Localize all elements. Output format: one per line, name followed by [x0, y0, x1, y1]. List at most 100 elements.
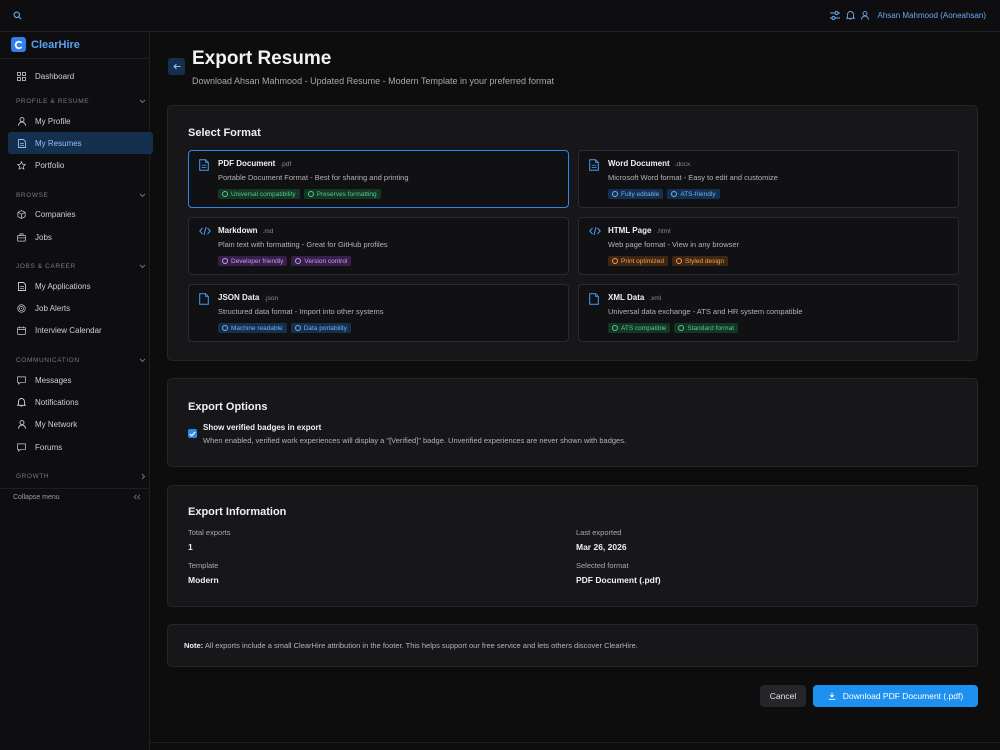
collapse-label: Collapse menu: [13, 494, 60, 501]
feature-tag: Preserves formatting: [303, 189, 381, 199]
format-option-md[interactable]: Markdown .md Plain text with formatting - …: [188, 217, 569, 275]
section-label: GROWTH: [16, 472, 50, 480]
divider: [0, 58, 150, 59]
format-name-label: Word Document: [608, 159, 670, 168]
bell-icon[interactable]: [846, 10, 856, 20]
document-icon: [17, 138, 26, 148]
chat-icon: [17, 443, 26, 452]
star-icon: [17, 160, 26, 170]
chevron-right-icon: [141, 473, 146, 480]
sidebar-item-forums[interactable]: Forums: [8, 436, 153, 458]
feature-tag: Styled design: [672, 256, 729, 266]
code-icon: [589, 226, 601, 236]
section-growth[interactable]: GROWTH: [16, 471, 146, 481]
sidebar-item-label: Job Alerts: [35, 303, 71, 313]
cancel-label: Cancel: [769, 691, 797, 701]
sidebar-item-label: Dashboard: [35, 71, 75, 81]
format-option-html[interactable]: HTML Page .html Web page format - View in …: [578, 217, 959, 275]
check-circle-icon: [307, 191, 314, 197]
section-label: COMMUNICATION: [16, 356, 80, 364]
user-icon[interactable]: [861, 10, 870, 20]
search-icon[interactable]: [13, 11, 22, 20]
format-name-label: XML Data: [608, 293, 645, 302]
format-option-xml[interactable]: XML Data .xml Universal data exchange - AT…: [578, 284, 959, 342]
format-option-docx[interactable]: Word Document .docx Microsoft Word format …: [578, 150, 959, 208]
user-icon: [17, 116, 26, 126]
format-extension: .html: [656, 228, 671, 235]
sidebar-item-label: Messages: [35, 375, 72, 385]
collapse-menu-button[interactable]: Collapse menu: [13, 494, 141, 501]
sidebar-item-label: Forums: [35, 442, 63, 452]
format-name-label: PDF Document: [218, 159, 276, 168]
feature-tag-label: Print optimized: [621, 257, 664, 265]
feature-tag: ATS compatible: [608, 323, 671, 333]
calendar-icon: [17, 325, 26, 335]
feature-tag-label: ATS compatible: [621, 324, 667, 332]
top-bar: Ahsan Mahmood (Aoneahsan): [0, 0, 1000, 32]
sidebar-item-my-profile[interactable]: My Profile: [8, 110, 153, 132]
sidebar-item-label: Jobs: [35, 232, 52, 242]
format-tags: Print optimized Styled design: [608, 256, 729, 266]
sidebar-item-companies[interactable]: Companies: [8, 203, 153, 225]
section-jobs-career[interactable]: JOBS & CAREER: [16, 261, 146, 271]
user-icon: [17, 419, 26, 429]
briefcase-icon: [17, 233, 26, 242]
section-communication[interactable]: COMMUNICATION: [16, 355, 146, 365]
user-name[interactable]: Ahsan Mahmood (Aoneahsan): [877, 11, 986, 20]
note-text: Note: All exports include a small ClearH…: [184, 641, 638, 650]
section-browse[interactable]: BROWSE: [16, 190, 146, 200]
sidebar-item-jobs[interactable]: Jobs: [8, 226, 153, 248]
note-body: All exports include a small ClearHire at…: [203, 641, 638, 650]
sidebar-item-dashboard[interactable]: Dashboard: [8, 65, 153, 87]
format-option-json[interactable]: JSON Data .json Structured data format - I…: [188, 284, 569, 342]
format-name: HTML Page .html: [608, 226, 671, 235]
section-title: Select Format: [188, 127, 261, 139]
verified-badges-description: When enabled, verified work experiences …: [203, 436, 627, 445]
sidebar-item-notifications[interactable]: Notifications: [8, 391, 153, 413]
check-circle-icon: [612, 325, 618, 331]
format-extension: .docx: [674, 161, 691, 168]
sidebar-item-job-alerts[interactable]: Job Alerts: [8, 297, 153, 319]
back-button[interactable]: [168, 58, 185, 75]
export-options-card: Export Options Show verified badges in e…: [167, 378, 978, 467]
filter-sliders-icon[interactable]: [830, 10, 841, 20]
check-circle-icon: [676, 258, 682, 264]
chevron-down-icon: [139, 193, 146, 198]
arrow-left-icon: [172, 63, 181, 70]
check-circle-icon: [612, 191, 618, 197]
feature-tag: Universal compatibility: [218, 189, 300, 199]
format-extension: .json: [264, 295, 279, 302]
template-label: Template: [188, 561, 219, 570]
sidebar-item-label: Portfolio: [35, 160, 65, 170]
download-icon: [828, 692, 836, 700]
section-label: JOBS & CAREER: [16, 262, 76, 270]
sidebar-item-portfolio[interactable]: Portfolio: [8, 154, 153, 176]
format-extension: .pdf: [280, 161, 292, 168]
section-profile-resume[interactable]: PROFILE & RESUME: [16, 96, 146, 106]
cube-icon: [17, 209, 26, 219]
format-option-pdf[interactable]: PDF Document .pdf Portable Document Format…: [188, 150, 569, 208]
app-name: ClearHire: [31, 38, 80, 51]
verified-badges-label[interactable]: Show verified badges in export: [203, 423, 321, 432]
sidebar-item-my-resumes[interactable]: My Resumes: [8, 132, 153, 154]
check-circle-icon: [294, 325, 301, 331]
sidebar-item-interview-calendar[interactable]: Interview Calendar: [8, 319, 153, 341]
feature-tag: Fully editable: [608, 189, 664, 199]
download-button[interactable]: Download PDF Document (.pdf): [813, 685, 978, 707]
sidebar-item-label: My Resumes: [35, 138, 82, 148]
format-extension: .md: [262, 228, 274, 235]
feature-tag-label: Preserves formatting: [316, 190, 377, 198]
sidebar-item-label: My Network: [35, 419, 78, 429]
verified-badges-checkbox[interactable]: [188, 429, 197, 438]
cancel-button[interactable]: Cancel: [760, 685, 806, 707]
page-subtitle: Download Ahsan Mahmood - Updated Resume …: [192, 76, 555, 86]
sidebar-item-my-applications[interactable]: My Applications: [8, 275, 153, 297]
document-icon: [17, 281, 26, 291]
check-circle-icon: [612, 258, 618, 264]
feature-tag-label: Data portability: [303, 324, 348, 332]
brand[interactable]: ClearHire: [11, 37, 80, 52]
feature-tag: Standard format: [674, 323, 739, 333]
page-title: Export Resume: [192, 48, 332, 69]
sidebar-item-my-network[interactable]: My Network: [8, 413, 153, 435]
sidebar-item-messages[interactable]: Messages: [8, 369, 153, 391]
